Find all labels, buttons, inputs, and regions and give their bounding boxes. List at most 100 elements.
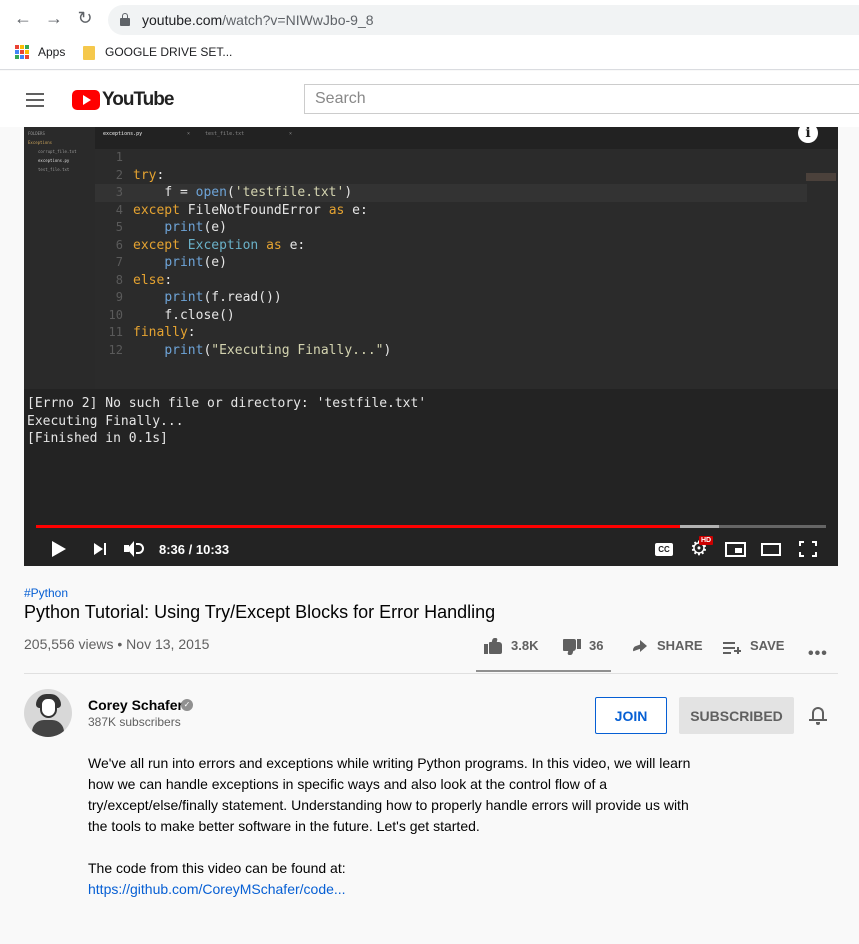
view-count-date: 205,556 views • Nov 13, 2015 xyxy=(24,636,210,652)
forward-arrow-icon[interactable]: → xyxy=(45,9,63,27)
code-line: 8 else: xyxy=(95,272,391,290)
console-line: Executing Finally... xyxy=(27,413,184,429)
code-text: try: xyxy=(133,167,165,183)
menu-icon[interactable] xyxy=(26,93,46,107)
line-number: 10 xyxy=(108,307,123,322)
sidebar-file: test_file.txt xyxy=(38,167,70,172)
code-text: print("Executing Finally...") xyxy=(164,342,392,358)
github-link[interactable]: https://github.com/CoreyMSchafer/code... xyxy=(88,881,346,897)
url-text: youtube.com/watch?v=NIWwJbo-9_8 xyxy=(142,12,374,28)
code-text: except FileNotFoundError as e: xyxy=(133,202,368,218)
join-button[interactable]: JOIN xyxy=(595,697,667,734)
bookmark-folder-icon xyxy=(83,46,95,60)
avatar[interactable] xyxy=(24,689,72,737)
youtube-play-logo-icon xyxy=(72,90,100,110)
channel-name[interactable]: Corey Schafer xyxy=(88,697,183,713)
lock-icon xyxy=(120,13,130,26)
code-line: 12 print("Executing Finally...") xyxy=(95,342,392,360)
minimap xyxy=(806,173,836,181)
back-arrow-icon[interactable]: ← xyxy=(14,9,32,27)
bookmark-apps[interactable]: Apps xyxy=(38,45,65,59)
line-number: 8 xyxy=(115,272,123,287)
code-text: print(e) xyxy=(164,220,227,235)
played-bar xyxy=(36,525,680,528)
code-line: 5 print(e) xyxy=(95,219,391,237)
line-number: 11 xyxy=(108,325,123,339)
notification-bell-icon[interactable] xyxy=(809,705,827,725)
code-text: f.close() xyxy=(164,307,235,323)
code-text: else: xyxy=(133,272,173,288)
code-text: print(f.read()) xyxy=(164,290,282,305)
fullscreen-icon[interactable] xyxy=(799,541,817,557)
search-input[interactable] xyxy=(305,85,859,113)
theater-mode-icon[interactable] xyxy=(761,543,781,556)
progress-bar[interactable] xyxy=(36,525,826,528)
line-number: 7 xyxy=(115,255,123,269)
editor-sidebar: FOLDERS Exceptions corrupt_file.txt exce… xyxy=(24,127,95,389)
sidebar-folder: Exceptions xyxy=(28,140,53,145)
dislike-icon[interactable] xyxy=(563,639,581,655)
next-icon[interactable] xyxy=(94,542,108,556)
video-description: We've all run into errors and exceptions… xyxy=(88,753,708,900)
sidebar-file: corrupt_file.txt xyxy=(38,149,77,154)
dislike-count[interactable]: 36 xyxy=(589,638,603,653)
console-output: [Errno 2] No such file or directory: 'te… xyxy=(27,395,426,448)
video-title: Python Tutorial: Using Try/Except Blocks… xyxy=(24,602,496,622)
save-playlist-icon[interactable] xyxy=(723,641,741,655)
url-path: /watch?v=NIWwJbo-9_8 xyxy=(222,12,374,28)
code-line: 1 xyxy=(95,149,391,167)
console-line: [Errno 2] No such file or directory: 'te… xyxy=(27,396,427,411)
code-line: 2 try: xyxy=(95,167,391,185)
line-number: 6 xyxy=(115,237,123,252)
line-number: 12 xyxy=(108,342,123,357)
video-player[interactable]: FOLDERS Exceptions corrupt_file.txt exce… xyxy=(24,127,838,566)
bookmark-google-drive[interactable]: GOOGLE DRIVE SET... xyxy=(105,45,232,59)
more-actions-icon[interactable]: ••• xyxy=(808,645,828,663)
hashtag-link[interactable]: #Python xyxy=(24,586,68,600)
code-line: 4 except FileNotFoundError as e: xyxy=(95,202,391,220)
subscriber-count: 387K subscribers xyxy=(88,715,181,729)
like-count[interactable]: 3.8K xyxy=(511,638,538,653)
line-number: 3 xyxy=(115,185,123,199)
url-host: youtube.com xyxy=(142,12,223,28)
description-paragraph: We've all run into errors and exceptions… xyxy=(88,755,691,834)
code-line: 6 except Exception as e: xyxy=(95,237,391,255)
code-line: 3 f = open('testfile.txt') xyxy=(95,184,391,202)
captions-icon[interactable]: CC xyxy=(655,543,673,556)
share-button[interactable]: SHARE xyxy=(657,638,703,653)
hd-badge: HD xyxy=(699,536,714,545)
divider xyxy=(24,673,838,674)
code-text: except Exception as e: xyxy=(133,237,306,253)
line-number: 2 xyxy=(115,167,123,182)
sentiment-bar xyxy=(476,670,611,672)
volume-icon[interactable] xyxy=(124,540,146,558)
player-controls: 8:36 / 10:33 CC ⚙ HD xyxy=(24,532,838,566)
editor-tab: exceptions.py xyxy=(103,131,143,137)
browser-toolbar: ← → ↻ youtube.com/watch?v=NIWwJbo-9_8 xyxy=(0,0,859,36)
apps-grid-icon[interactable] xyxy=(15,45,29,59)
code-text: print(e) xyxy=(164,255,227,270)
line-number: 5 xyxy=(115,220,123,234)
address-bar[interactable]: youtube.com/watch?v=NIWwJbo-9_8 xyxy=(108,5,859,35)
verified-check-icon: ✓ xyxy=(181,699,193,711)
like-icon[interactable] xyxy=(484,638,502,654)
code-text: f = open('testfile.txt') xyxy=(164,185,353,200)
console-line: [Finished in 0.1s] xyxy=(27,431,168,446)
editor-tab: test_file.txt xyxy=(205,131,245,137)
time-display: 8:36 / 10:33 xyxy=(159,542,230,557)
code-line: 10 f.close() xyxy=(95,307,391,325)
line-number: 1 xyxy=(115,150,123,164)
description-code-note: The code from this video can be found at… xyxy=(88,860,346,876)
miniplayer-icon[interactable] xyxy=(725,542,746,557)
play-icon[interactable] xyxy=(52,541,66,557)
code-line: 11 finally: xyxy=(95,324,391,342)
subscribed-button[interactable]: SUBSCRIBED xyxy=(679,697,794,734)
line-number: 4 xyxy=(115,202,123,217)
bookmarks-bar: Apps GOOGLE DRIVE SET... xyxy=(0,36,859,70)
code-text: finally: xyxy=(133,325,196,340)
reload-icon[interactable]: ↻ xyxy=(77,9,93,27)
save-button[interactable]: SAVE xyxy=(750,638,784,653)
logo-text: YouTube xyxy=(102,89,174,110)
sidebar-heading: FOLDERS xyxy=(28,131,45,136)
share-icon[interactable] xyxy=(631,640,647,654)
